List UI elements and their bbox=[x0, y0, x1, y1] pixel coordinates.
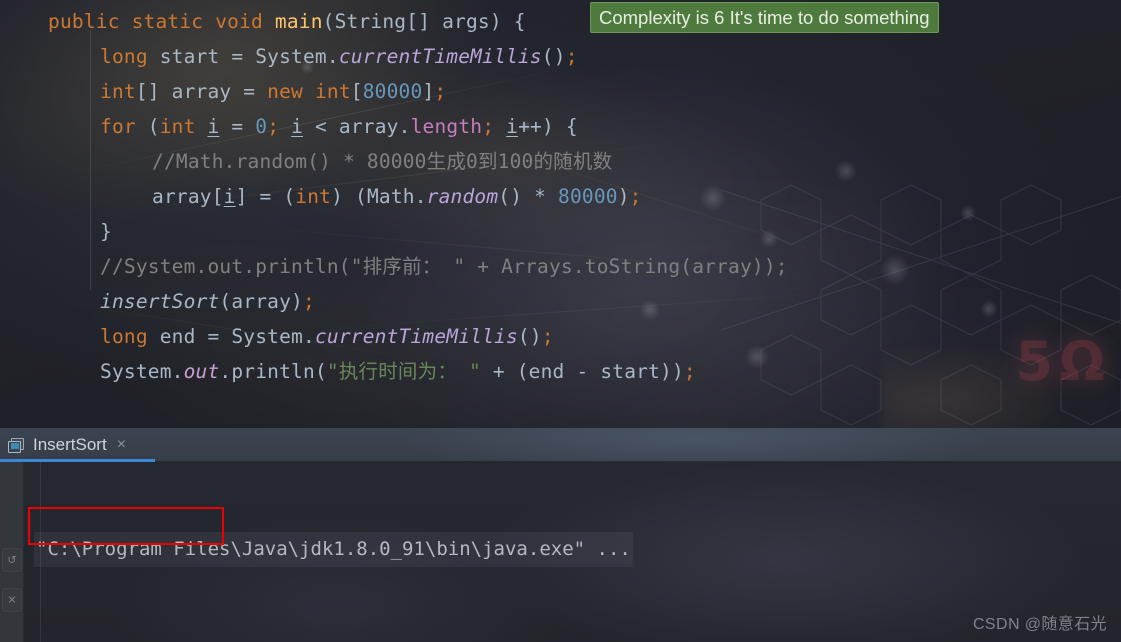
run-tool-window: InsertSort × ↺ ✕ "C:\Program Files\Java\… bbox=[0, 428, 1121, 642]
code-token: ; bbox=[565, 45, 578, 68]
code-token: public bbox=[48, 10, 120, 33]
code-token: ) (Math. bbox=[331, 185, 427, 208]
code-token: int bbox=[295, 185, 332, 208]
code-token: main bbox=[274, 10, 323, 33]
code-token: long bbox=[100, 45, 148, 68]
console-toolbar-strip: ↺ ✕ bbox=[0, 462, 24, 642]
line-close-brace: } bbox=[0, 214, 1121, 249]
code-token: ] = ( bbox=[235, 185, 296, 208]
code-token: for bbox=[100, 115, 136, 138]
code-token: ( bbox=[135, 115, 160, 138]
code-token: (String[] args) { bbox=[322, 10, 526, 33]
code-token: static bbox=[131, 10, 204, 33]
line-comment-print-before: //System.out.println("排序前： " + Arrays.to… bbox=[0, 249, 1121, 284]
code-token: = bbox=[219, 115, 256, 138]
code-token: ; bbox=[629, 185, 642, 208]
code-token: //System.out.println("排序前： " + Arrays.to… bbox=[100, 255, 788, 278]
code-token: } bbox=[100, 220, 112, 243]
console-output-pane[interactable]: ↺ ✕ "C:\Program Files\Java\jdk1.8.0_91\b… bbox=[0, 462, 1121, 642]
line-int-array: int[] array = new int[80000]; bbox=[0, 74, 1121, 109]
code-token: currentTimeMillis bbox=[314, 325, 518, 348]
line-array-assign: array[i] = (int) (Math.random() * 80000)… bbox=[0, 179, 1121, 214]
code-token: currentTimeMillis bbox=[338, 45, 542, 68]
code-token: ; bbox=[541, 325, 554, 348]
code-token: ++) { bbox=[518, 115, 578, 138]
code-token: .println( bbox=[219, 360, 327, 383]
code-token: 80000 bbox=[558, 185, 618, 208]
code-token: new bbox=[267, 80, 303, 103]
code-text[interactable]: public static void main(String[] args) {… bbox=[0, 0, 1121, 389]
line-print-elapsed: System.out.println("执行时间为： " + (end - st… bbox=[0, 354, 1121, 389]
code-token: ) bbox=[617, 185, 630, 208]
run-tab-label: InsertSort bbox=[33, 435, 107, 454]
line-insert-sort-call: insertSort(array); bbox=[0, 284, 1121, 319]
code-token: i bbox=[506, 115, 519, 138]
code-token: ] bbox=[422, 80, 435, 103]
code-token: 80000 bbox=[362, 80, 423, 103]
code-token: end = System. bbox=[147, 325, 315, 348]
code-token: (array) bbox=[219, 290, 303, 313]
console-line-command: "C:\Program Files\Java\jdk1.8.0_91\bin\j… bbox=[34, 532, 1121, 567]
run-tab-insertsort[interactable]: InsertSort × bbox=[0, 428, 138, 462]
code-token: out bbox=[183, 360, 220, 383]
code-token: ; bbox=[303, 290, 315, 313]
code-token: () bbox=[541, 45, 566, 68]
code-editor-pane[interactable]: 5Ω public static void main(String[] args… bbox=[0, 0, 1121, 428]
rerun-button[interactable]: ↺ bbox=[2, 548, 22, 572]
line-comment-random: //Math.random() * 80000生成0到100的随机数 bbox=[0, 144, 1121, 179]
stop-button[interactable]: ✕ bbox=[2, 588, 22, 612]
code-token: long bbox=[100, 325, 148, 348]
code-token: "执行时间为： " bbox=[326, 360, 481, 383]
close-icon[interactable]: × bbox=[115, 437, 128, 453]
code-token: i bbox=[207, 115, 220, 138]
tab-bar-background-art bbox=[0, 428, 1121, 462]
line-long-start: long start = System.currentTimeMillis(); bbox=[0, 39, 1121, 74]
code-token: void bbox=[215, 10, 263, 33]
code-token: System. bbox=[100, 360, 184, 383]
code-token: () * bbox=[498, 185, 558, 208]
code-token: i bbox=[291, 115, 304, 138]
run-tab-bar: InsertSort × bbox=[0, 428, 1121, 462]
run-configuration-icon bbox=[8, 437, 25, 453]
code-token: ; bbox=[683, 360, 696, 383]
java-command-text: "C:\Program Files\Java\jdk1.8.0_91\bin\j… bbox=[34, 532, 633, 567]
code-token: start = System. bbox=[147, 45, 339, 68]
rerun-icon: ↺ bbox=[7, 553, 17, 567]
code-token: insertSort bbox=[100, 290, 220, 313]
line-main-signature: public static void main(String[] args) { bbox=[0, 4, 1121, 39]
stop-icon: ✕ bbox=[7, 593, 17, 607]
code-token: int bbox=[159, 115, 196, 138]
code-token: [ bbox=[350, 80, 363, 103]
code-token: int bbox=[100, 80, 136, 103]
code-token: array[ bbox=[152, 185, 224, 208]
code-token: length bbox=[410, 115, 483, 138]
ide-window: 5Ω public static void main(String[] args… bbox=[0, 0, 1121, 642]
code-token: int bbox=[314, 80, 351, 103]
code-token: [] array = bbox=[135, 80, 268, 103]
code-token: () bbox=[517, 325, 542, 348]
code-token: 0 bbox=[255, 115, 268, 138]
code-token: //Math.random() * 80000生成0到100的随机数 bbox=[152, 150, 613, 173]
code-token: < array. bbox=[303, 115, 411, 138]
console-line-output: 执行时间为：370 bbox=[34, 637, 1121, 642]
code-token: ; bbox=[267, 115, 280, 138]
console-text[interactable]: "C:\Program Files\Java\jdk1.8.0_91\bin\j… bbox=[34, 462, 1121, 642]
csdn-watermark: CSDN @随意石光 bbox=[972, 616, 1107, 633]
complexity-inspection-text: Complexity is 6 It's time to do somethin… bbox=[599, 6, 930, 28]
code-token: i bbox=[223, 185, 236, 208]
line-long-end: long end = System.currentTimeMillis(); bbox=[0, 319, 1121, 354]
code-token: + (end - start)) bbox=[480, 360, 684, 383]
complexity-inspection-tooltip[interactable]: Complexity is 6 It's time to do somethin… bbox=[590, 2, 939, 33]
line-for-loop: for (int i = 0; i < array.length; i++) { bbox=[0, 109, 1121, 144]
code-token: random bbox=[426, 185, 499, 208]
code-token: ; bbox=[434, 80, 447, 103]
code-token: ; bbox=[482, 115, 495, 138]
